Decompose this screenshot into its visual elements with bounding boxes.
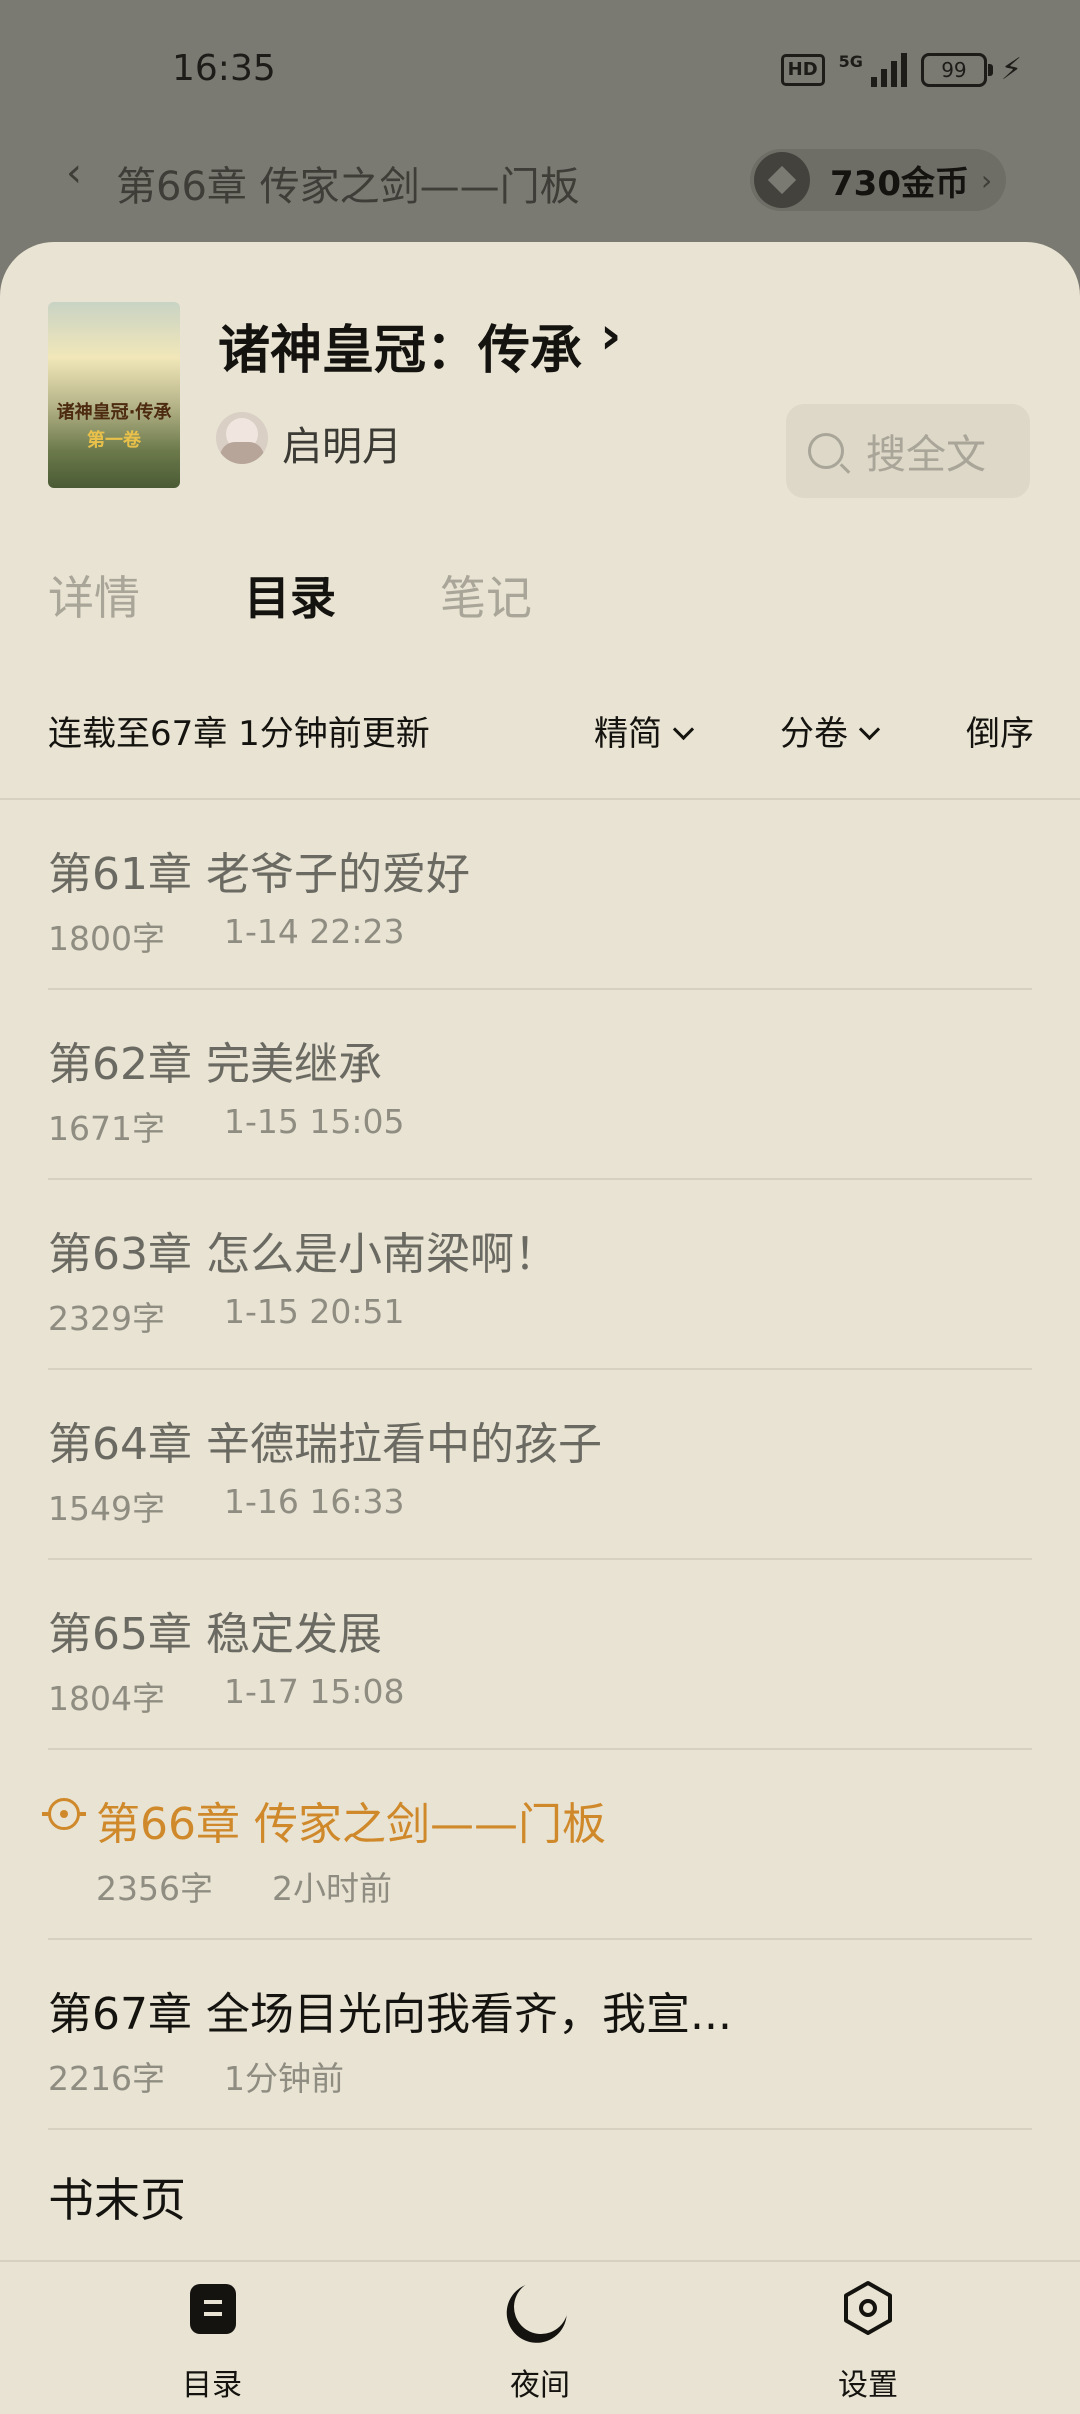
chapter-row[interactable]: 第65章 稳定发展 1804字 1-17 15:08 bbox=[0, 1560, 1080, 1750]
charging-icon: ⚡ bbox=[1000, 52, 1022, 87]
chapter-row[interactable]: 第61章 老爷子的爱好 1800字 1-14 22:23 bbox=[0, 800, 1080, 990]
status-icons: HD 5G 99 ⚡ bbox=[780, 52, 1022, 87]
chapter-row[interactable]: 第63章 怎么是小南梁啊！ 2329字 1-15 20:51 bbox=[0, 1180, 1080, 1370]
chapter-title: 第64章 辛德瑞拉看中的孩子 bbox=[48, 1419, 602, 1470]
nav-toc-label: 目录 bbox=[182, 2368, 242, 2403]
chapter-word-count: 1671字 bbox=[48, 1109, 165, 1148]
chapter-word-count: 2356字 bbox=[96, 1869, 213, 1908]
settings-icon bbox=[844, 2281, 892, 2335]
chapter-date: 1分钟前 bbox=[224, 2059, 344, 2098]
chapter-title: 第66章 传家之剑——门板 bbox=[96, 1799, 606, 1850]
book-cover[interactable]: 诸神皇冠·传承 第一卷 bbox=[48, 302, 180, 488]
reader-text-peek bbox=[60, 218, 1020, 244]
nav-night-label: 夜间 bbox=[510, 2368, 570, 2403]
chapter-title: 第61章 老爷子的爱好 bbox=[48, 849, 470, 900]
tab-toc[interactable]: 目录 bbox=[244, 562, 336, 628]
chapter-date: 1-17 15:08 bbox=[224, 1672, 405, 1711]
reader-top-bar: ‹ 第66章 传家之剑——门板 730金币 › bbox=[0, 140, 1080, 220]
chapter-title: 第65章 稳定发展 bbox=[48, 1609, 382, 1660]
search-icon bbox=[808, 433, 844, 469]
chapter-title: 第67章 全场目光向我看齐，我宣... bbox=[48, 1989, 732, 2040]
coin-balance-button[interactable]: 730金币 › bbox=[750, 149, 1006, 211]
chapter-row[interactable]: 第64章 辛德瑞拉看中的孩子 1549字 1-16 16:33 bbox=[0, 1370, 1080, 1560]
chapter-date: 1-15 15:05 bbox=[224, 1102, 405, 1141]
chapter-word-count: 1800字 bbox=[48, 919, 165, 958]
chapter-list: 第61章 老爷子的爱好 1800字 1-14 22:23 第62章 完美继承 1… bbox=[0, 800, 1080, 2250]
status-time: 16:35 bbox=[172, 48, 276, 89]
chapter-date: 1-15 20:51 bbox=[224, 1292, 405, 1331]
chevron-down-icon bbox=[858, 718, 881, 741]
moon-icon bbox=[506, 2272, 575, 2341]
volume-filter-label: 分卷 bbox=[780, 714, 848, 754]
chevron-right-icon: › bbox=[980, 163, 993, 197]
network-type: 5G bbox=[838, 52, 863, 71]
cover-title: 诸神皇冠·传承 bbox=[56, 402, 172, 423]
coin-icon bbox=[754, 152, 810, 208]
nav-night-mode[interactable]: 夜间 bbox=[440, 2262, 640, 2414]
toc-icon bbox=[190, 2284, 236, 2334]
coin-balance: 730金币 bbox=[830, 163, 969, 204]
chapter-row-current[interactable]: 第66章 传家之剑——门板 2356字 2小时前 bbox=[0, 1750, 1080, 1940]
nav-settings-label: 设置 bbox=[838, 2368, 898, 2403]
toc-toolbar: 连载至67章 1分钟前更新 精简 分卷 倒序 bbox=[48, 704, 1048, 754]
tab-notes[interactable]: 笔记 bbox=[440, 562, 532, 628]
locate-icon bbox=[42, 1798, 86, 1830]
battery-icon: 99 bbox=[920, 52, 993, 87]
book-end-label: 书末页 bbox=[48, 2173, 186, 2227]
chapter-date: 2小时前 bbox=[272, 1869, 392, 1908]
signal-icon bbox=[870, 52, 907, 87]
hd-icon: HD bbox=[780, 53, 825, 86]
tab-details[interactable]: 详情 bbox=[48, 562, 140, 628]
cover-subtitle: 第一卷 bbox=[87, 430, 141, 451]
nav-settings[interactable]: 设置 bbox=[768, 2262, 968, 2414]
bottom-nav: 目录 夜间 设置 bbox=[0, 2260, 1080, 2414]
chapter-word-count: 2329字 bbox=[48, 1299, 165, 1338]
volume-filter[interactable]: 分卷 bbox=[780, 706, 881, 755]
status-bar: 16:35 HD 5G 99 ⚡ bbox=[0, 0, 1080, 140]
sheet-tabs: 详情 目录 笔记 bbox=[48, 562, 636, 628]
chapter-date: 1-14 22:23 bbox=[224, 912, 405, 951]
chapter-row[interactable]: 第62章 完美继承 1671字 1-15 15:05 bbox=[0, 990, 1080, 1180]
chapter-date: 1-16 16:33 bbox=[224, 1482, 405, 1521]
book-title[interactable]: 诸神皇冠：传承 bbox=[218, 308, 582, 383]
chapter-word-count: 1549字 bbox=[48, 1489, 165, 1528]
chapter-title: 第63章 怎么是小南梁啊！ bbox=[48, 1229, 558, 1280]
chevron-down-icon bbox=[672, 718, 695, 741]
simplified-filter[interactable]: 精简 bbox=[594, 706, 695, 755]
toc-sheet: 诸神皇冠·传承 第一卷 诸神皇冠：传承 › 启明月 搜全文 详情 目录 笔记 连… bbox=[0, 242, 1080, 2412]
simplified-filter-label: 精简 bbox=[594, 714, 662, 754]
sort-reverse-button[interactable]: 倒序 bbox=[966, 706, 1034, 755]
author-avatar[interactable] bbox=[216, 412, 268, 464]
author-name[interactable]: 启明月 bbox=[282, 414, 402, 472]
nav-toc[interactable]: 目录 bbox=[112, 2262, 312, 2414]
chapter-row[interactable]: 第67章 全场目光向我看齐，我宣... 2216字 1分钟前 bbox=[0, 1940, 1080, 2130]
book-end-row[interactable]: 书末页 bbox=[0, 2130, 1080, 2250]
search-placeholder: 搜全文 bbox=[866, 432, 986, 478]
search-fulltext-button[interactable]: 搜全文 bbox=[786, 404, 1030, 498]
chapter-word-count: 1804字 bbox=[48, 1679, 165, 1718]
reader-chapter-title: 第66章 传家之剑——门板 bbox=[116, 164, 580, 210]
back-icon[interactable]: ‹ bbox=[66, 150, 82, 196]
chapter-title: 第62章 完美继承 bbox=[48, 1039, 382, 1090]
chapter-word-count: 2216字 bbox=[48, 2059, 165, 2098]
update-status: 连载至67章 1分钟前更新 bbox=[48, 714, 430, 754]
chevron-right-icon[interactable]: › bbox=[600, 306, 621, 366]
